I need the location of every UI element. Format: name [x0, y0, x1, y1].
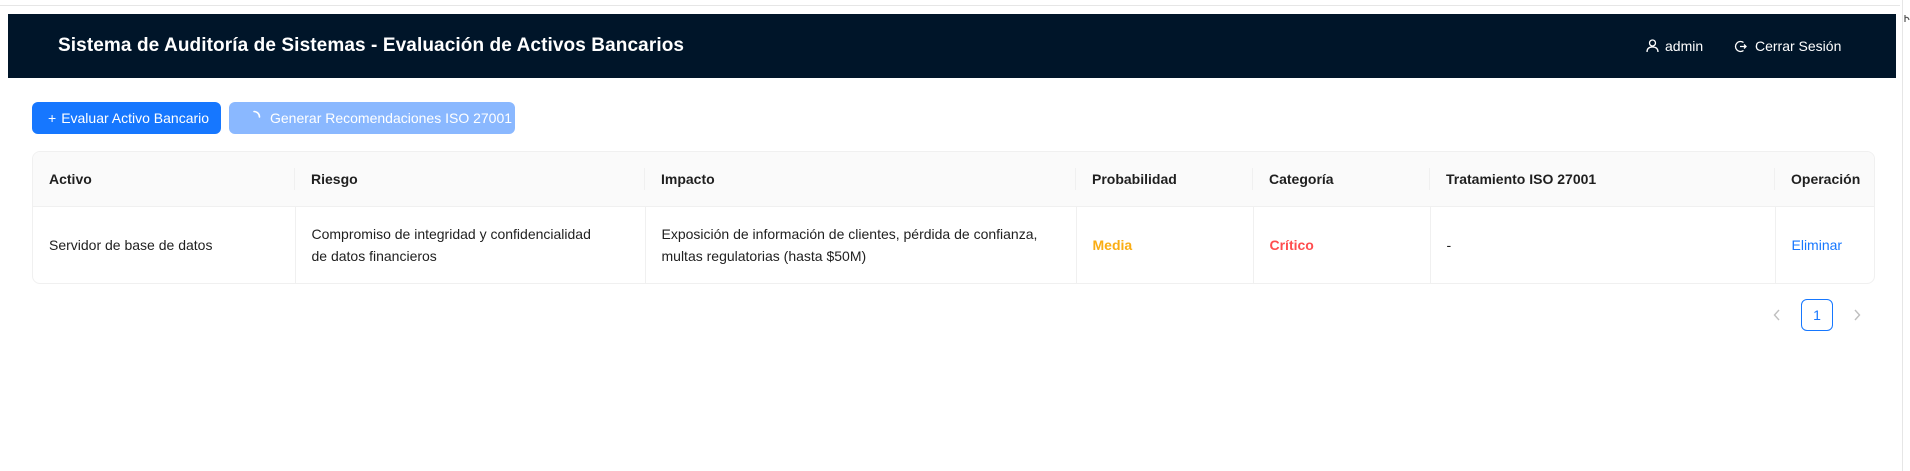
column-header-operacion: Operación [1775, 152, 1874, 207]
cell-impacto: Exposición de información de clientes, p… [645, 206, 1077, 283]
logout-button[interactable]: Cerrar Sesión [1734, 14, 1841, 78]
window-scrollbar-track[interactable] [1902, 0, 1903, 471]
column-header-categoria: Categoría [1253, 152, 1430, 207]
cell-operacion: Eliminar [1775, 207, 1874, 284]
probability-badge: Media [1092, 237, 1133, 253]
table-row: Servidor de base de datos Compromiso de … [33, 206, 1874, 284]
logout-label: Cerrar Sesión [1755, 38, 1842, 54]
assets-table: Activo Riesgo Impacto Probabilidad Categ… [32, 151, 1875, 284]
user-icon [1646, 39, 1659, 53]
app-title: Sistema de Auditoría de Sistemas - Evalu… [58, 35, 685, 56]
table-header-row: Activo Riesgo Impacto Probabilidad Categ… [33, 152, 1874, 207]
window-top-border [0, 5, 1900, 6]
app-header: Sistema de Auditoría de Sistemas - Evalu… [8, 14, 1896, 78]
evaluate-asset-button[interactable]: + Evaluar Activo Bancario [32, 102, 221, 134]
cell-tratamiento: - [1430, 206, 1776, 283]
chevron-right-icon[interactable] [1841, 299, 1873, 331]
logout-icon [1734, 40, 1747, 53]
evaluate-asset-label: Evaluar Activo Bancario [61, 110, 210, 126]
cell-activo: Servidor de base de datos [33, 206, 296, 283]
plus-icon: + [48, 110, 57, 126]
cell-categoria: Crítico [1253, 206, 1431, 283]
page-button-current[interactable]: 1 [1801, 299, 1833, 331]
column-header-activo: Activo [33, 152, 295, 207]
cell-probabilidad: Media [1076, 206, 1254, 283]
generate-recommendations-label: Generar Recomendaciones ISO 27001 [270, 110, 513, 126]
user-menu[interactable]: admin [1646, 14, 1703, 78]
window-corner-glyph [1904, 15, 1910, 22]
column-header-riesgo: Riesgo [295, 152, 645, 207]
column-header-tratamiento: Tratamiento ISO 27001 [1430, 152, 1775, 207]
generate-recommendations-button[interactable]: Generar Recomendaciones ISO 27001 [229, 102, 515, 134]
chevron-left-icon[interactable] [1761, 299, 1793, 331]
loading-spinner-icon [247, 110, 270, 127]
user-name: admin [1665, 38, 1704, 54]
category-badge: Crítico [1269, 237, 1314, 253]
pagination: 1 [1761, 299, 1873, 331]
column-header-probabilidad: Probabilidad [1076, 152, 1253, 207]
column-header-impacto: Impacto [645, 152, 1076, 207]
delete-link[interactable]: Eliminar [1792, 237, 1843, 253]
cell-riesgo: Compromiso de integridad y confidenciali… [295, 206, 646, 283]
